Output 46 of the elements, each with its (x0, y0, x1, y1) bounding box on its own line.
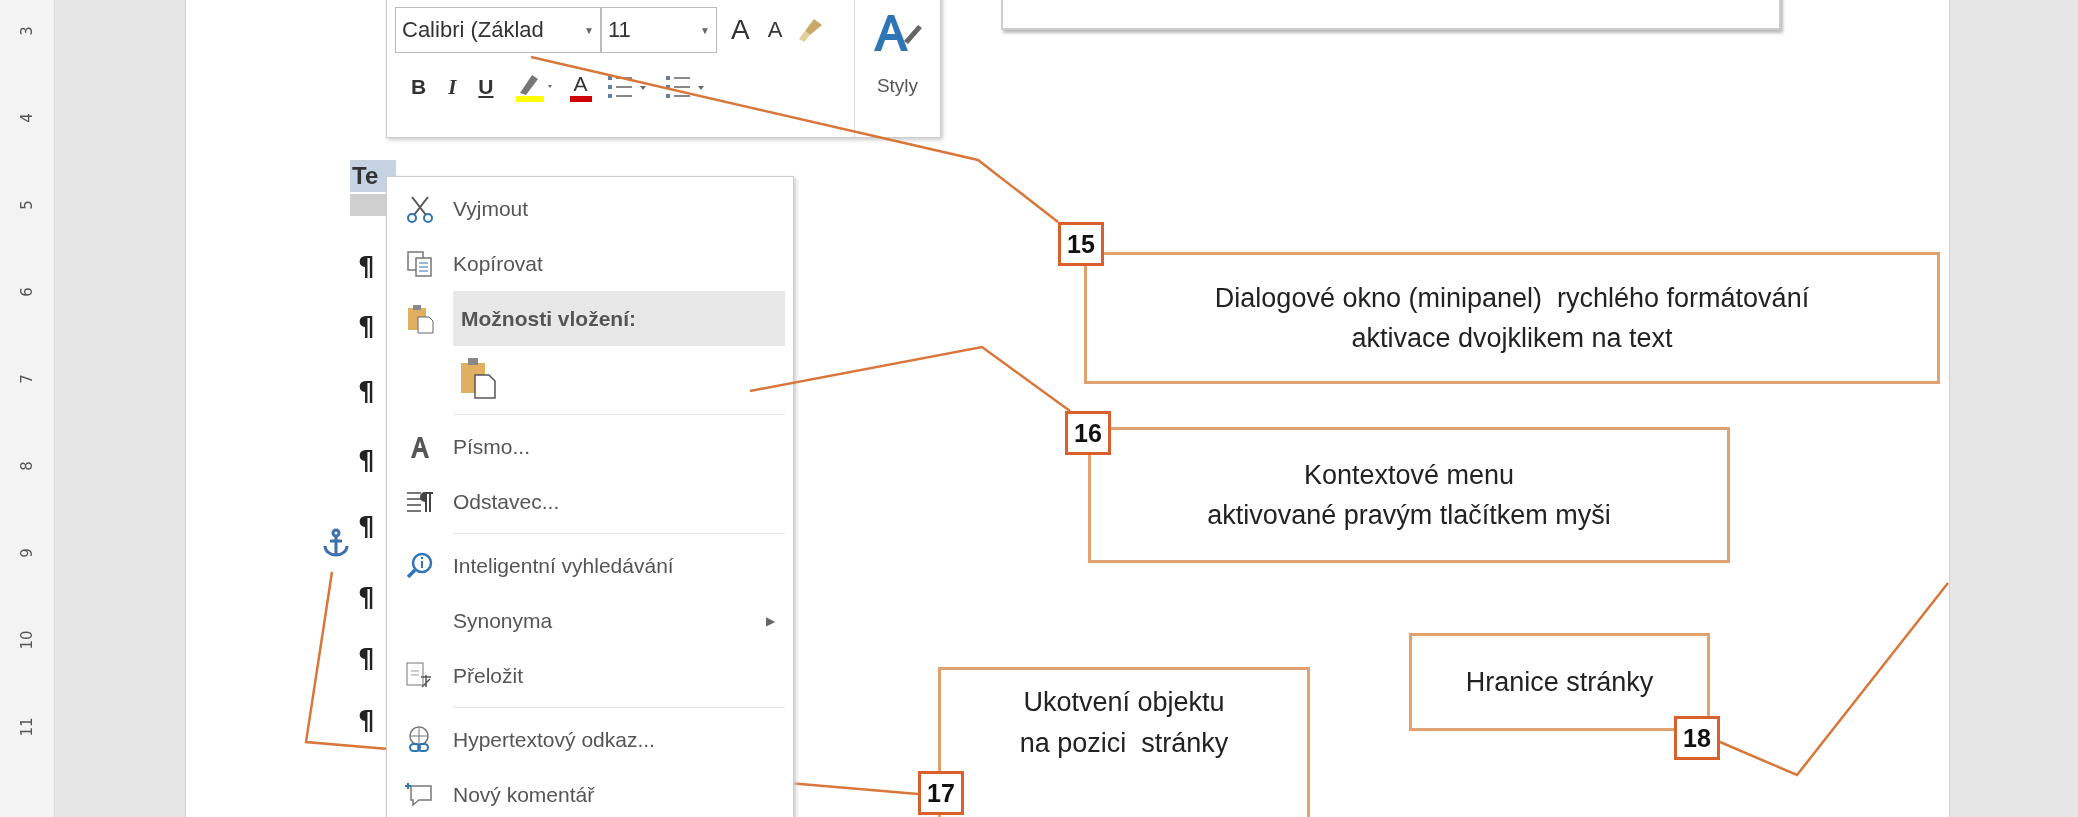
menu-item[interactable]: Písmo... (387, 419, 785, 474)
paragraph-mark: ¶ (358, 512, 375, 542)
paragraph-mark: ¶ (358, 446, 375, 476)
callout-text: Hranice stránky (1465, 665, 1654, 699)
ruler-number: 10 (18, 630, 36, 650)
callout-number: 17 (918, 771, 964, 815)
menu-item[interactable]: Kopírovat (387, 236, 785, 291)
menu-item[interactable]: Synonyma ▶ (387, 593, 785, 648)
bold-button[interactable]: B (407, 75, 431, 99)
callout-text: aktivované pravým tlačítkem myši (1207, 499, 1611, 532)
paragraph-mark: ¶ (358, 583, 375, 613)
ruler-number: 9 (18, 548, 36, 558)
paragraph-mark: ¶ (358, 644, 375, 674)
menu-item[interactable]: Hypertextový odkaz... (387, 712, 785, 767)
ruler-number: 11 (18, 717, 36, 737)
callout-text: Kontextové menu (1303, 458, 1515, 492)
callout-number: 15 (1058, 222, 1104, 266)
paragraph-mark: ¶ (358, 252, 375, 282)
callout-text: Ukotvení objektu (1023, 686, 1225, 719)
callout-text: aktivace dvojklikem na text (1351, 322, 1673, 355)
ruler-number: 6 (18, 287, 36, 297)
submenu-arrow: ▶ (766, 613, 775, 628)
ruler-number: 7 (18, 374, 36, 384)
paragraph-mark: ¶ (358, 706, 375, 736)
underline-button[interactable]: U (474, 75, 498, 99)
shrink-font-button[interactable]: A (763, 17, 787, 43)
styles-button[interactable]: Styly (872, 75, 923, 97)
paragraph-mark: ¶ (358, 377, 375, 407)
menu-item[interactable]: Přeložit (387, 648, 785, 703)
ruler-number: 8 (18, 461, 36, 471)
font-name-field[interactable]: Calibri (Základ ▼ (395, 7, 601, 53)
callout-text: na pozici stránky (1019, 726, 1229, 760)
font-size-field[interactable]: 11 ▼ (601, 7, 717, 53)
italic-button[interactable]: I (444, 74, 461, 100)
font-color-button[interactable]: A (569, 72, 592, 102)
callout-text: Dialogové okno (minipanel) rychlého formátování (1214, 281, 1810, 315)
menu-item[interactable]: Inteligentní vyhledávání (387, 538, 785, 593)
grow-font-button[interactable]: A (727, 14, 754, 46)
menu-item[interactable]: Odstavec... (387, 474, 785, 529)
paragraph-mark: ¶ (358, 312, 375, 342)
ruler-number: 3 (18, 26, 36, 36)
callout-number: 18 (1674, 716, 1720, 760)
ruler-number: 5 (18, 200, 36, 210)
menu-item[interactable]: Nový komentář (387, 767, 785, 817)
callout-number: 16 (1065, 411, 1111, 455)
ruler-number: 4 (18, 113, 36, 123)
